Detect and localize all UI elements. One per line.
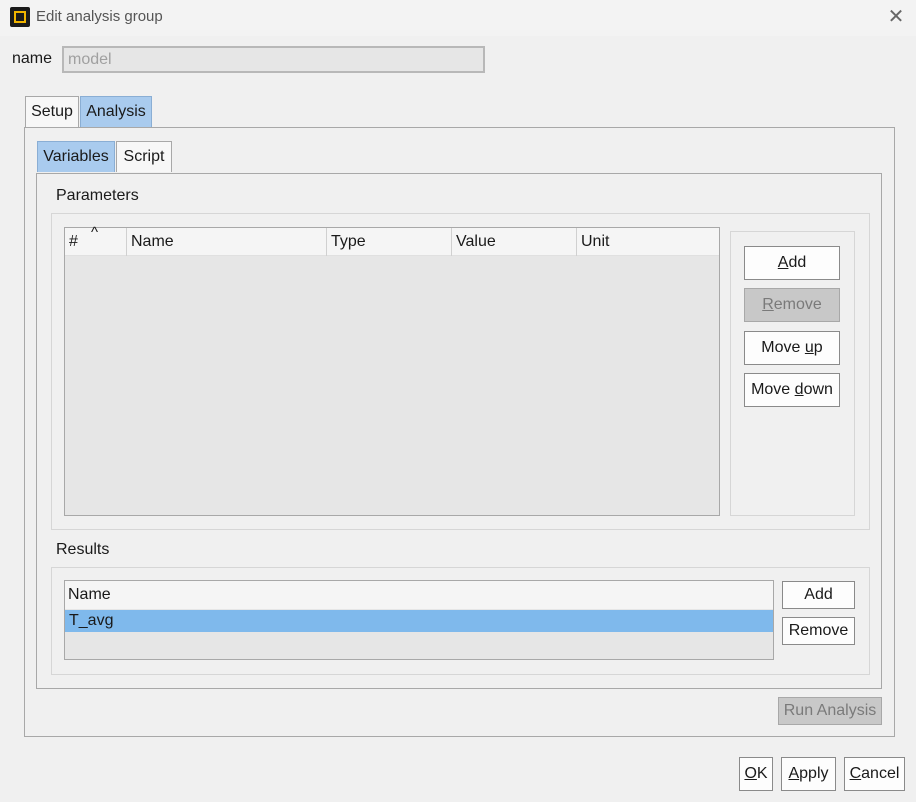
- parameters-header-row: # ^ Name Type Value Unit: [65, 224, 720, 256]
- column-header-name[interactable]: Name: [127, 228, 327, 256]
- column-header-name[interactable]: Name: [65, 581, 773, 609]
- name-label: name: [12, 50, 53, 67]
- column-header-number[interactable]: # ^: [65, 224, 127, 256]
- parameters-label: Parameters: [56, 187, 139, 204]
- column-header-value[interactable]: Value: [452, 228, 577, 256]
- button-text: Move: [761, 339, 805, 356]
- results-label: Results: [56, 541, 110, 558]
- mnemonic: O: [744, 765, 757, 782]
- button-text: pply: [799, 765, 829, 782]
- tab-variables[interactable]: Variables: [37, 141, 115, 172]
- button-text: own: [803, 381, 833, 398]
- app-icon: [10, 7, 30, 27]
- window-title: Edit analysis group: [36, 8, 163, 25]
- remove-result-button[interactable]: Remove: [782, 617, 855, 645]
- button-text: emove: [773, 296, 822, 313]
- close-icon[interactable]: ✕: [884, 6, 908, 28]
- mnemonic: A: [777, 254, 789, 271]
- parameters-table[interactable]: # ^ Name Type Value Unit: [64, 224, 720, 516]
- button-text: ancel: [861, 765, 900, 782]
- apply-button[interactable]: Apply: [781, 757, 836, 791]
- move-down-button[interactable]: Move down: [744, 373, 840, 407]
- sort-ascending-icon: ^: [91, 224, 99, 241]
- ok-button[interactable]: OK: [739, 757, 773, 791]
- tab-analysis[interactable]: Analysis: [80, 96, 152, 127]
- button-text: K: [756, 765, 768, 782]
- tab-script[interactable]: Script: [116, 141, 172, 172]
- tab-setup[interactable]: Setup: [25, 96, 79, 127]
- mnemonic: R: [762, 296, 774, 313]
- results-table[interactable]: Name T_avg: [64, 580, 774, 660]
- column-header-label: #: [69, 233, 78, 250]
- column-header-unit[interactable]: Unit: [577, 228, 720, 256]
- cancel-button[interactable]: Cancel: [844, 757, 905, 791]
- button-text: p: [813, 339, 823, 356]
- mnemonic: u: [804, 339, 814, 356]
- column-header-type[interactable]: Type: [327, 228, 452, 256]
- remove-parameter-button[interactable]: Remove: [744, 288, 840, 322]
- button-text: Move: [751, 381, 795, 398]
- add-result-button[interactable]: Add: [782, 581, 855, 609]
- mnemonic: A: [788, 765, 800, 782]
- run-analysis-button[interactable]: Run Analysis: [778, 697, 882, 725]
- mnemonic: d: [794, 381, 804, 398]
- button-text: dd: [788, 254, 807, 271]
- add-parameter-button[interactable]: Add: [744, 246, 840, 280]
- name-input[interactable]: [62, 46, 485, 73]
- mnemonic: C: [849, 765, 862, 782]
- move-up-button[interactable]: Move up: [744, 331, 840, 365]
- table-row[interactable]: T_avg: [65, 610, 773, 632]
